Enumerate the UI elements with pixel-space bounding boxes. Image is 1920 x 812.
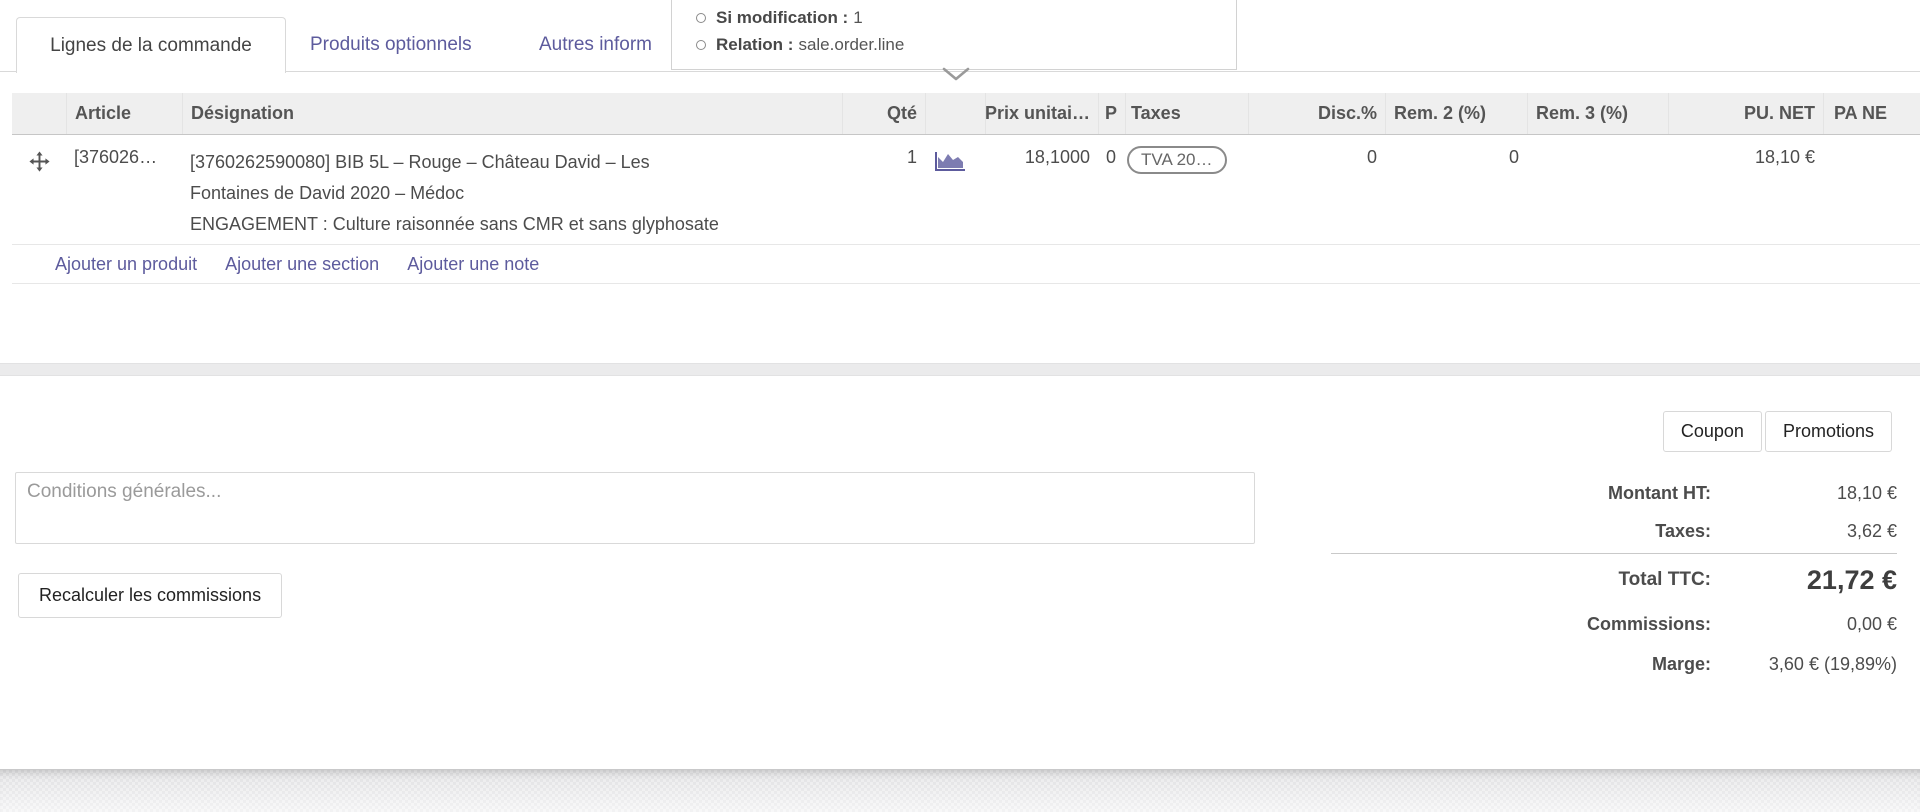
designation-line: ENGAGEMENT : Culture raisonnée sans CMR … bbox=[190, 209, 834, 240]
table-footer-links: Ajouter un produit Ajouter une section A… bbox=[12, 246, 1920, 284]
total-row-marge: Marge: 3,60 € (19,89%) bbox=[1331, 645, 1897, 683]
total-row-commissions: Commissions: 0,00 € bbox=[1331, 604, 1897, 645]
tax-badge[interactable]: TVA 20… bbox=[1127, 146, 1227, 174]
tooltip-label: Si modification : bbox=[716, 4, 848, 31]
cell-unit-price[interactable]: 18,1000 bbox=[985, 136, 1098, 244]
column-header-article[interactable]: Article bbox=[66, 93, 182, 134]
chevron-down-icon bbox=[941, 66, 971, 89]
column-header-qty[interactable]: Qté bbox=[842, 93, 925, 134]
column-header-pa-net[interactable]: PA NE bbox=[1823, 93, 1920, 134]
table-row[interactable]: [376026… [3760262590080] BIB 5L – Rouge … bbox=[12, 136, 1920, 245]
total-row-total-ttc: Total TTC: 21,72 € bbox=[1331, 556, 1897, 604]
column-header-handle bbox=[12, 93, 66, 134]
field-tooltip: Si modification : 1 Relation : sale.orde… bbox=[671, 0, 1237, 70]
cell-taxes[interactable]: TVA 20… bbox=[1125, 136, 1248, 244]
order-lines-header-row: Article Désignation Qté Prix unitai… P T… bbox=[12, 93, 1920, 135]
drag-handle[interactable] bbox=[12, 136, 66, 244]
add-product-link[interactable]: Ajouter un produit bbox=[55, 254, 197, 275]
total-value: 3,62 € bbox=[1711, 521, 1897, 542]
sale-order-form: Lignes de la commande Produits optionnel… bbox=[0, 0, 1920, 812]
column-header-p-truncated[interactable]: P bbox=[1098, 93, 1125, 134]
promotions-button[interactable]: Promotions bbox=[1765, 411, 1892, 452]
tooltip-item: Relation : sale.order.line bbox=[696, 31, 1236, 58]
column-header-unit-price[interactable]: Prix unitai… bbox=[985, 93, 1098, 134]
cell-forecast[interactable] bbox=[925, 136, 985, 244]
column-header-forecast bbox=[925, 93, 985, 134]
tab-other-info[interactable]: Autres inform bbox=[539, 17, 652, 72]
cell-p-truncated[interactable]: 0 bbox=[1098, 136, 1125, 244]
tooltip-label: Relation : bbox=[716, 31, 793, 58]
cell-discount[interactable]: 0 bbox=[1248, 136, 1385, 244]
column-header-pu-net[interactable]: PU. NET bbox=[1668, 93, 1823, 134]
cell-qty[interactable]: 1 bbox=[842, 136, 925, 244]
column-header-taxes[interactable]: Taxes bbox=[1125, 93, 1248, 134]
tab-order-lines[interactable]: Lignes de la commande bbox=[16, 17, 286, 73]
total-label: Commissions: bbox=[1331, 614, 1711, 635]
total-label: Total TTC: bbox=[1331, 569, 1711, 591]
tooltip-item: Si modification : 1 bbox=[696, 4, 1236, 31]
cell-rem2[interactable]: 0 bbox=[1385, 136, 1527, 244]
total-value: 3,60 € (19,89%) bbox=[1711, 654, 1897, 675]
total-value: 18,10 € bbox=[1711, 483, 1897, 504]
add-note-link[interactable]: Ajouter une note bbox=[407, 254, 539, 275]
cell-rem3[interactable] bbox=[1527, 136, 1668, 244]
terms-textarea[interactable] bbox=[15, 472, 1255, 544]
tooltip-value: 1 bbox=[853, 4, 862, 31]
bullet-icon bbox=[696, 40, 706, 50]
cell-pa-net[interactable] bbox=[1823, 136, 1920, 244]
area-chart-icon bbox=[933, 157, 967, 177]
add-section-link[interactable]: Ajouter une section bbox=[225, 254, 379, 275]
designation-line: [3760262590080] BIB 5L – Rouge – Château… bbox=[190, 147, 834, 178]
bullet-icon bbox=[696, 13, 706, 23]
tooltip-value: sale.order.line bbox=[798, 31, 904, 58]
promo-button-group: Coupon Promotions bbox=[1663, 411, 1892, 452]
total-value: 21,72 € bbox=[1711, 565, 1897, 596]
move-icon bbox=[28, 150, 51, 244]
totals-divider bbox=[1331, 553, 1897, 554]
total-row-montant-ht: Montant HT: 18,10 € bbox=[1331, 474, 1897, 512]
column-header-rem3[interactable]: Rem. 3 (%) bbox=[1527, 93, 1668, 134]
totals-panel: Montant HT: 18,10 € Taxes: 3,62 € Total … bbox=[1331, 474, 1897, 683]
recalculate-commissions-button[interactable]: Recalculer les commissions bbox=[18, 573, 282, 618]
cell-article[interactable]: [376026… bbox=[66, 136, 182, 244]
tab-optional-products[interactable]: Produits optionnels bbox=[310, 17, 472, 72]
column-header-discount[interactable]: Disc.% bbox=[1248, 93, 1385, 134]
bottom-texture-band bbox=[0, 769, 1920, 812]
column-header-rem2[interactable]: Rem. 2 (%) bbox=[1385, 93, 1527, 134]
total-row-taxes: Taxes: 3,62 € bbox=[1331, 512, 1897, 550]
total-label: Taxes: bbox=[1331, 521, 1711, 542]
total-label: Marge: bbox=[1331, 654, 1711, 675]
column-header-designation[interactable]: Désignation bbox=[182, 93, 842, 134]
coupon-button[interactable]: Coupon bbox=[1663, 411, 1762, 452]
total-label: Montant HT: bbox=[1331, 483, 1711, 504]
section-separator bbox=[0, 363, 1920, 376]
cell-designation[interactable]: [3760262590080] BIB 5L – Rouge – Château… bbox=[182, 136, 842, 244]
total-value: 0,00 € bbox=[1711, 614, 1897, 635]
designation-line: Fontaines de David 2020 – Médoc bbox=[190, 178, 834, 209]
cell-pu-net[interactable]: 18,10 € bbox=[1668, 136, 1823, 244]
